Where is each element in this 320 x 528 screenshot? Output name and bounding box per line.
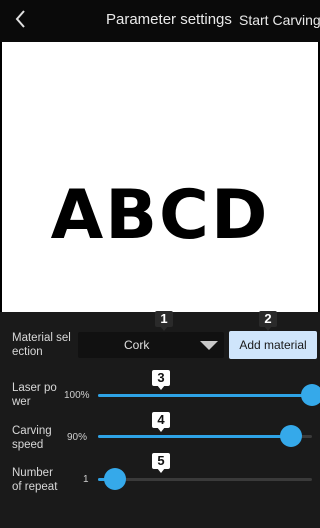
- page-title: Parameter settings: [106, 11, 232, 28]
- laser-power-thumb[interactable]: [301, 384, 320, 406]
- callout-marker-1: 1: [155, 311, 173, 331]
- material-selection-label: Material sel ection: [12, 332, 71, 358]
- laser-power-slider[interactable]: [98, 384, 320, 406]
- callout-marker-3: 3: [152, 370, 170, 390]
- repeat-value: 1: [83, 474, 89, 485]
- top-bar: Parameter settings Start Carving: [0, 0, 320, 42]
- callout-marker-2: 2: [259, 311, 277, 331]
- preview-text: ABCD: [50, 176, 270, 255]
- callout-marker-5: 5: [152, 453, 170, 473]
- back-button[interactable]: [6, 4, 36, 34]
- carving-speed-label: Carving speed: [12, 425, 52, 451]
- laser-power-label: Laser po wer: [12, 382, 57, 408]
- carving-speed-value: 90%: [67, 432, 88, 443]
- laser-power-value: 100%: [64, 390, 90, 401]
- add-material-button[interactable]: Add material: [229, 331, 317, 359]
- start-carving-button[interactable]: Start Carving: [239, 12, 320, 28]
- preview-canvas[interactable]: ABCD: [2, 42, 318, 312]
- carving-speed-slider[interactable]: [98, 425, 312, 447]
- laser-power-fill: [98, 394, 312, 397]
- callout-marker-4: 4: [152, 412, 170, 432]
- carving-speed-fill: [98, 435, 291, 438]
- dropdown-arrow-icon: [200, 341, 218, 350]
- repeat-slider[interactable]: [98, 468, 312, 490]
- repeat-thumb[interactable]: [104, 468, 127, 490]
- repeat-label: Number of repeat: [12, 467, 58, 493]
- material-dropdown-value: Cork: [124, 338, 150, 352]
- carving-speed-thumb[interactable]: [279, 425, 302, 447]
- material-dropdown[interactable]: Cork: [78, 332, 224, 358]
- chevron-left-icon: [15, 10, 25, 28]
